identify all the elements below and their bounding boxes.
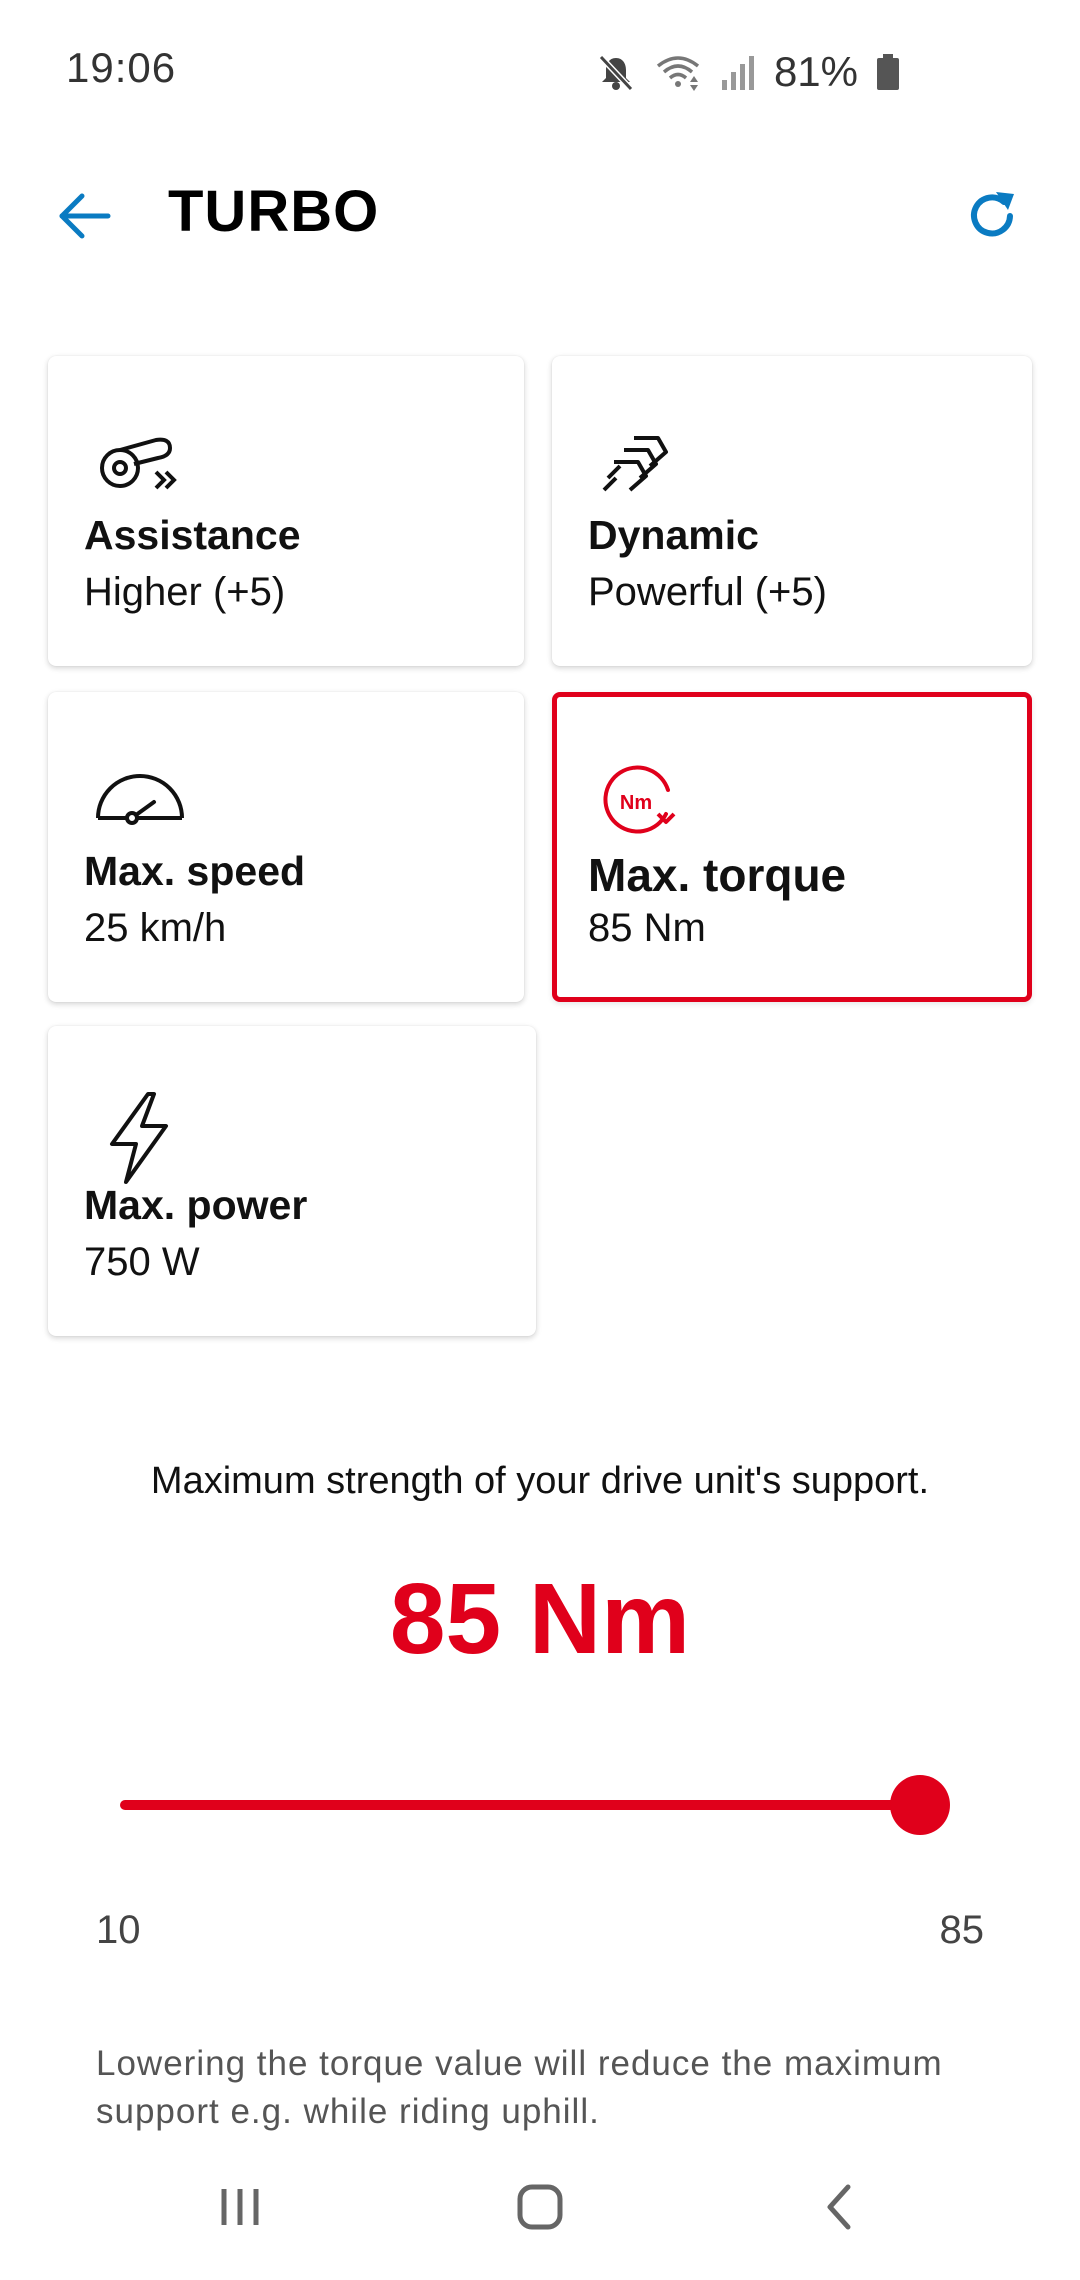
setting-description: Maximum strength of your drive unit's su… <box>150 1460 930 1502</box>
slider-thumb[interactable] <box>890 1775 950 1835</box>
card-value: 25 km/h <box>84 906 227 950</box>
wifi-icon <box>654 52 702 92</box>
back-arrow-icon <box>56 188 112 249</box>
back-button[interactable] <box>46 180 122 256</box>
speedometer-icon <box>90 752 190 852</box>
recent-apps-button[interactable] <box>200 2174 280 2244</box>
card-value: 85 Nm <box>588 906 706 950</box>
torque-icon-label: Nm <box>620 792 652 814</box>
refresh-icon <box>962 186 1022 251</box>
card-max-power[interactable]: Max. power 750 W <box>48 1026 536 1336</box>
torque-footnote: Lowering the torque value will reduce th… <box>96 2044 943 2131</box>
card-title: Max. power <box>84 1182 308 1228</box>
dynamic-icon <box>594 416 694 516</box>
home-icon <box>510 2177 570 2242</box>
card-max-speed[interactable]: Max. speed 25 km/h <box>48 692 524 1002</box>
system-nav-bar <box>0 2136 1080 2280</box>
card-max-torque[interactable]: Nm Max. torque 85 Nm <box>552 692 1032 1002</box>
status-time: 19:06 <box>66 44 177 91</box>
signal-icon <box>720 52 756 92</box>
system-back-button[interactable] <box>800 2174 880 2244</box>
status-icons: 81% <box>596 48 900 96</box>
recent-apps-icon <box>210 2177 270 2242</box>
assistance-icon <box>90 416 190 516</box>
screen: 19:06 81% TURBO Assistance Higher (+5) D… <box>0 0 1080 2280</box>
app-bar: TURBO <box>0 150 1080 280</box>
card-title: Assistance <box>84 512 301 558</box>
slider-max-label: 85 <box>939 1908 985 1952</box>
mute-icon <box>596 52 636 92</box>
slider-min-label: 10 <box>96 1908 141 1952</box>
card-dynamic[interactable]: Dynamic Powerful (+5) <box>552 356 1032 666</box>
home-button[interactable] <box>500 2174 580 2244</box>
lightning-icon <box>90 1086 190 1186</box>
battery-percent: 81% <box>773 48 858 95</box>
torque-icon: Nm <box>594 752 694 852</box>
current-value-display: 85 Nm <box>389 1563 691 1675</box>
battery-icon <box>876 52 900 92</box>
slider-track-active <box>120 1800 920 1810</box>
page-title: TURBO <box>168 179 380 244</box>
torque-slider[interactable] <box>120 1766 980 1846</box>
back-icon <box>810 2177 870 2242</box>
card-value: 750 W <box>84 1240 200 1284</box>
card-title: Max. speed <box>84 848 306 894</box>
card-title: Dynamic <box>588 512 759 558</box>
card-title: Max. torque <box>588 849 847 901</box>
card-value: Powerful (+5) <box>588 570 827 614</box>
card-value: Higher (+5) <box>84 570 286 614</box>
status-bar: 19:06 81% <box>0 0 1080 140</box>
refresh-button[interactable] <box>954 180 1030 256</box>
card-assistance[interactable]: Assistance Higher (+5) <box>48 356 524 666</box>
